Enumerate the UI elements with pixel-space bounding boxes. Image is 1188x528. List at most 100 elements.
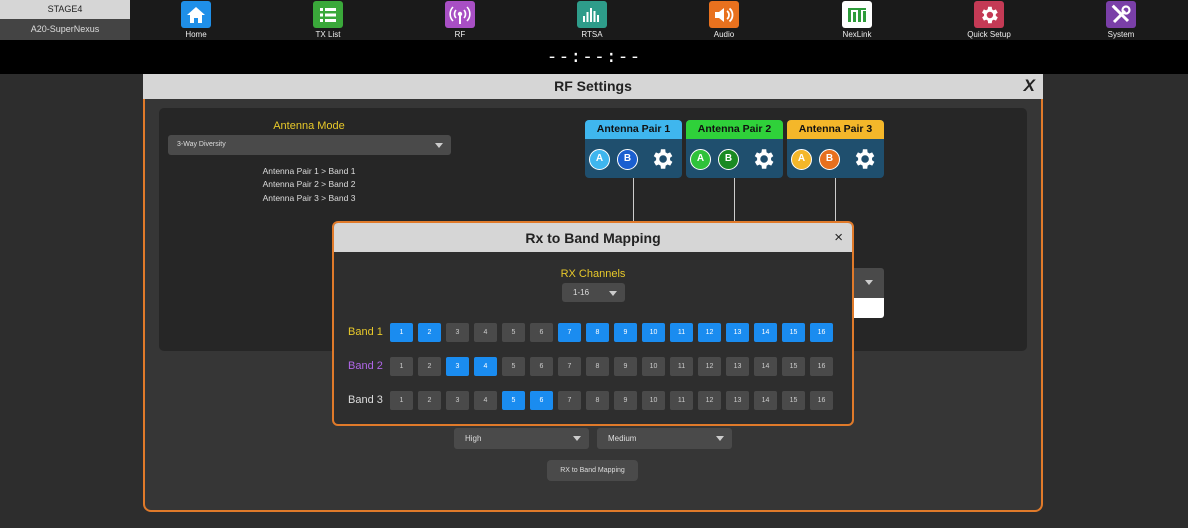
- band-3-channel-14-toggle[interactable]: 14: [754, 391, 777, 410]
- band-3-channel-5-toggle[interactable]: 5: [502, 391, 525, 410]
- band-1-channel-7-toggle[interactable]: 7: [558, 323, 581, 342]
- band-2-channel-5-toggle[interactable]: 5: [502, 357, 525, 376]
- spectrum-icon: [577, 1, 607, 28]
- rx-to-band-mapping-button[interactable]: RX to Band Mapping: [547, 460, 638, 481]
- band-2-channel-3-toggle[interactable]: 3: [446, 357, 469, 376]
- antenna-icon: [445, 1, 475, 28]
- nav-label: Home: [185, 30, 207, 39]
- band-1-channel-9-toggle[interactable]: 9: [614, 323, 637, 342]
- band-2-channel-14-toggle[interactable]: 14: [754, 357, 777, 376]
- band-2-channel-13-toggle[interactable]: 13: [726, 357, 749, 376]
- gear-icon[interactable]: [649, 146, 675, 172]
- band-2-channel-15-toggle[interactable]: 15: [782, 357, 805, 376]
- connector-line: [734, 178, 735, 223]
- modal-close-button[interactable]: ×: [834, 229, 843, 246]
- band-2-channel-10-toggle[interactable]: 10: [642, 357, 665, 376]
- gear-icon[interactable]: [750, 146, 776, 172]
- band-2-channel-7-toggle[interactable]: 7: [558, 357, 581, 376]
- antenna-b-button[interactable]: B: [617, 149, 638, 170]
- band-label: Band 2: [348, 360, 383, 372]
- band-3-channel-4-toggle[interactable]: 4: [474, 391, 497, 410]
- antenna-pair-1-card: Antenna Pair 1AB: [585, 120, 682, 178]
- band-3-channel-6-toggle[interactable]: 6: [530, 391, 553, 410]
- sensitivity-value: High: [465, 434, 482, 443]
- app-root: STAGE4 A20-SuperNexus Home TX List RF RTSA A…: [0, 0, 1188, 528]
- band-1-channel-10-toggle[interactable]: 10: [642, 323, 665, 342]
- band-2-channel-16-toggle[interactable]: 16: [810, 357, 833, 376]
- connector-line: [835, 178, 836, 223]
- band-3-channel-10-toggle[interactable]: 10: [642, 391, 665, 410]
- band-1-channel-1-toggle[interactable]: 1: [390, 323, 413, 342]
- band-2-channel-12-toggle[interactable]: 12: [698, 357, 721, 376]
- band-2-channel-9-toggle[interactable]: 9: [614, 357, 637, 376]
- nav-label: Audio: [713, 30, 735, 39]
- chevron-down-icon: [716, 436, 724, 441]
- nav-nexlink[interactable]: NexLink: [822, 0, 892, 40]
- band-3-channel-9-toggle[interactable]: 9: [614, 391, 637, 410]
- band-1-channel-5-toggle[interactable]: 5: [502, 323, 525, 342]
- modal-title: Rx to Band Mapping: [525, 230, 661, 246]
- device-box[interactable]: STAGE4 A20-SuperNexus: [0, 0, 130, 40]
- antenna-b-button[interactable]: B: [819, 149, 840, 170]
- antenna-a-button[interactable]: A: [791, 149, 812, 170]
- rf-settings-close-button[interactable]: X: [1024, 76, 1035, 96]
- band-1-channel-11-toggle[interactable]: 11: [670, 323, 693, 342]
- sensitivity-select[interactable]: High: [454, 428, 589, 449]
- antenna-mapping-line: Antenna Pair 3 > Band 3: [262, 193, 356, 203]
- antenna-b-button[interactable]: B: [718, 149, 739, 170]
- band-3-channel-3-toggle[interactable]: 3: [446, 391, 469, 410]
- band-3-channel-16-toggle[interactable]: 16: [810, 391, 833, 410]
- band-3-channel-13-toggle[interactable]: 13: [726, 391, 749, 410]
- antenna-pair-controls: AB: [686, 139, 783, 178]
- nav-rtsa[interactable]: RTSA: [557, 0, 627, 40]
- nav-home[interactable]: Home: [161, 0, 231, 40]
- band-3-channel-7-toggle[interactable]: 7: [558, 391, 581, 410]
- band-1-channel-8-toggle[interactable]: 8: [586, 323, 609, 342]
- nav-tx-list[interactable]: TX List: [293, 0, 363, 40]
- band-3-channel-11-toggle[interactable]: 11: [670, 391, 693, 410]
- band-1-channel-6-toggle[interactable]: 6: [530, 323, 553, 342]
- band-dropdown-partial[interactable]: [852, 268, 884, 298]
- device-model: A20-SuperNexus: [0, 19, 130, 40]
- rx-channels-select[interactable]: 1-16: [562, 283, 625, 302]
- band-2-row: Band 2 1 2 3 4 5 6 7 8 9 10 11 12 13 14 15 16: [334, 357, 852, 377]
- rf-settings-title: RF Settings: [554, 78, 632, 94]
- nav-rf[interactable]: RF: [425, 0, 495, 40]
- antenna-mapping-line: Antenna Pair 2 > Band 2: [262, 179, 356, 189]
- band-1-channel-12-toggle[interactable]: 12: [698, 323, 721, 342]
- band-2-channel-11-toggle[interactable]: 11: [670, 357, 693, 376]
- gear-icon[interactable]: [851, 146, 877, 172]
- band-3-channel-12-toggle[interactable]: 12: [698, 391, 721, 410]
- nav-label: RF: [454, 30, 466, 39]
- antenna-pair-controls: AB: [585, 139, 682, 178]
- band-2-channel-8-toggle[interactable]: 8: [586, 357, 609, 376]
- nav-quick-setup[interactable]: Quick Setup: [954, 0, 1024, 40]
- antenna-a-button[interactable]: A: [589, 149, 610, 170]
- band-1-channel-3-toggle[interactable]: 3: [446, 323, 469, 342]
- band-3-channel-2-toggle[interactable]: 2: [418, 391, 441, 410]
- band-2-channel-4-toggle[interactable]: 4: [474, 357, 497, 376]
- band-1-channel-14-toggle[interactable]: 14: [754, 323, 777, 342]
- band-3-channel-1-toggle[interactable]: 1: [390, 391, 413, 410]
- squelch-value: Medium: [608, 434, 637, 443]
- nav-system[interactable]: System: [1086, 0, 1156, 40]
- band-1-channel-16-toggle[interactable]: 16: [810, 323, 833, 342]
- band-1-channel-15-toggle[interactable]: 15: [782, 323, 805, 342]
- nav-audio[interactable]: Audio: [689, 0, 759, 40]
- band-2-channel-1-toggle[interactable]: 1: [390, 357, 413, 376]
- chevron-down-icon: [609, 291, 617, 296]
- clock-bar: --:--:--: [0, 40, 1188, 74]
- band-1-channel-4-toggle[interactable]: 4: [474, 323, 497, 342]
- antenna-a-button[interactable]: A: [690, 149, 711, 170]
- antenna-pair-label: Antenna Pair 1: [585, 120, 682, 139]
- antenna-mode-select[interactable]: 3-Way Diversity: [168, 135, 451, 155]
- nav-label: NexLink: [842, 30, 872, 39]
- band-1-channel-13-toggle[interactable]: 13: [726, 323, 749, 342]
- band-3-channel-15-toggle[interactable]: 15: [782, 391, 805, 410]
- squelch-select[interactable]: Medium: [597, 428, 732, 449]
- band-2-channel-2-toggle[interactable]: 2: [418, 357, 441, 376]
- chevron-down-icon: [865, 280, 873, 285]
- band-2-channel-6-toggle[interactable]: 6: [530, 357, 553, 376]
- band-3-channel-8-toggle[interactable]: 8: [586, 391, 609, 410]
- band-1-channel-2-toggle[interactable]: 2: [418, 323, 441, 342]
